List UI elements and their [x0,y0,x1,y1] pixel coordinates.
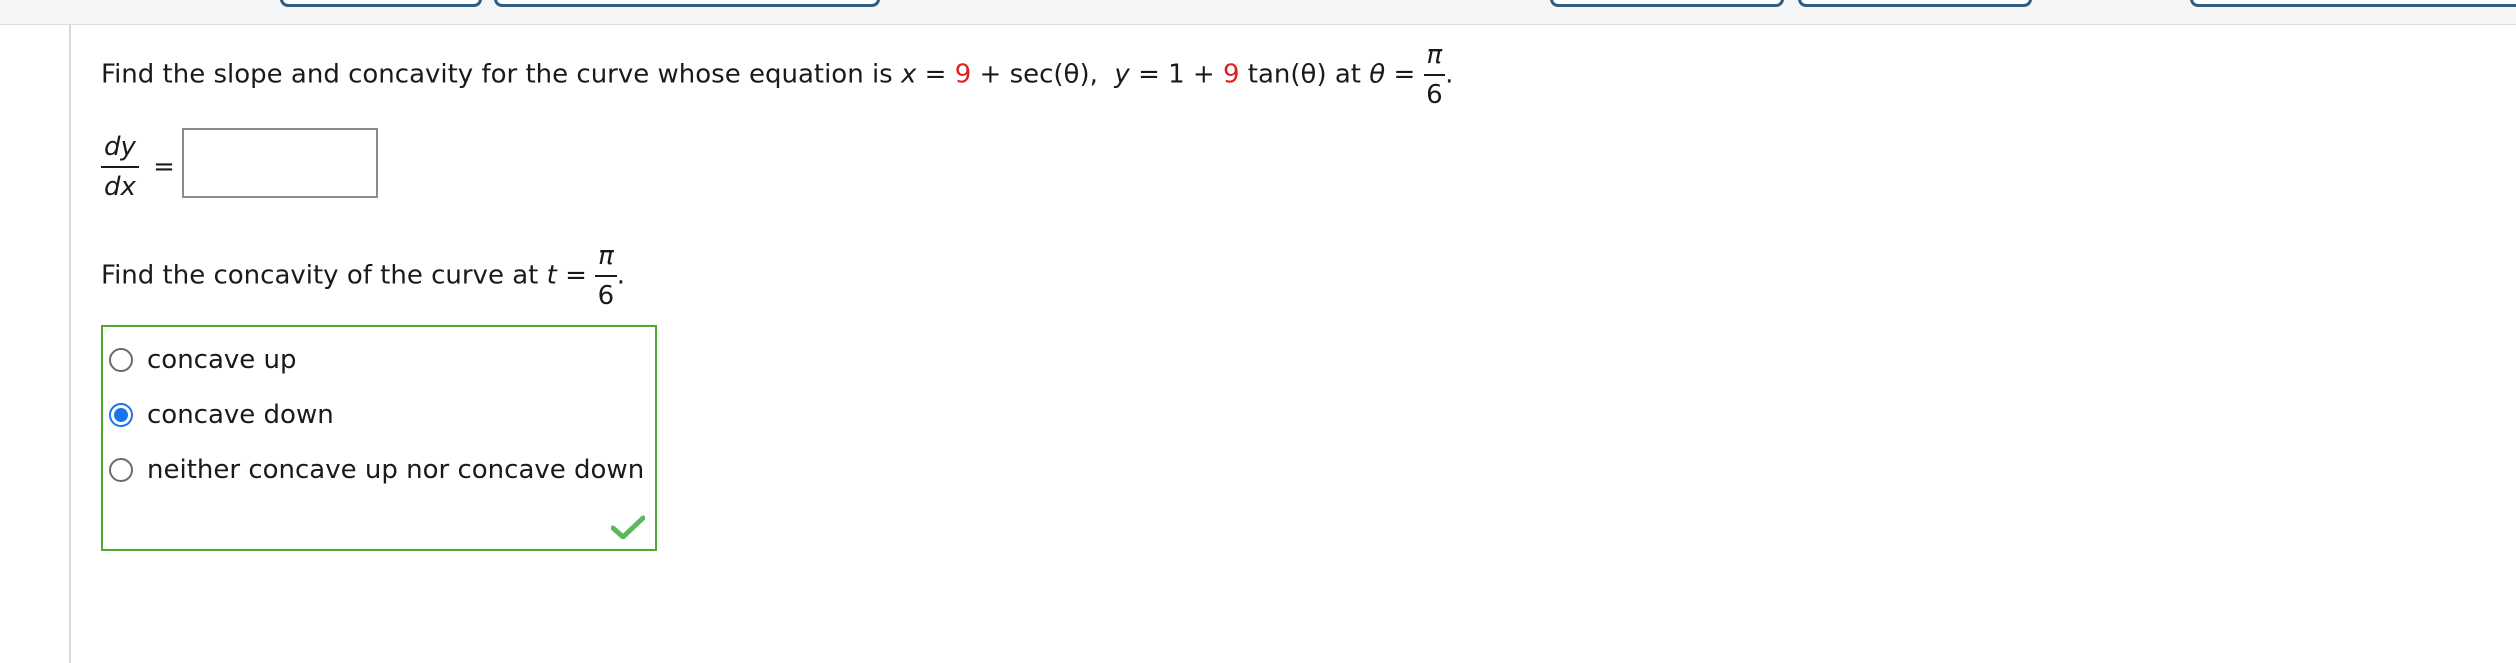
equals-sign: = [153,151,175,182]
equals-sign: = [1393,59,1416,90]
dx-denominator: dx [104,172,136,202]
toolbar-button-2[interactable] [494,0,880,7]
y-constant: 9 [1222,59,1240,90]
x-constant: 9 [954,59,972,90]
y-expression: tan(θ) at [1247,59,1361,90]
toolbar-button-1[interactable] [280,0,482,7]
concavity-prompt: Find the concavity of the curve at t = π… [101,237,625,315]
y-expression-start: = 1 + [1138,59,1215,90]
option-neither[interactable]: neither concave up nor concave down [109,450,644,490]
concavity-text: Find the concavity of the curve at [101,260,539,291]
dy-dx-fraction: dy dx [101,128,139,206]
option-concave-up[interactable]: concave up [109,340,297,380]
derivative-label: dy dx = [101,128,175,206]
period: . [616,260,626,291]
pi-over-six-fraction: π 6 [595,237,617,315]
equals-sign: = [565,260,587,291]
option-label: concave down [147,400,334,430]
top-toolbar [0,0,2516,25]
y-variable: y [1114,59,1130,90]
option-label: concave up [147,345,297,375]
question-prompt: Find the slope and concavity for the cur… [101,36,1453,114]
slope-answer-input[interactable] [182,128,378,198]
x-variable: x [900,59,917,90]
fraction-denominator: 6 [1426,80,1443,110]
radio-button[interactable] [109,458,133,482]
t-variable: t [546,260,557,291]
radio-button-selected[interactable] [109,403,133,427]
option-label: neither concave up nor concave down [147,455,645,485]
period: . [1445,59,1454,90]
pi-over-six-fraction: π 6 [1423,36,1446,114]
option-concave-down[interactable]: concave down [109,395,334,435]
left-margin-rule [69,24,71,663]
toolbar-button-3[interactable] [1550,0,1784,7]
x-expression: + sec(θ), [979,59,1098,90]
radio-button[interactable] [109,348,133,372]
dy-numerator: dy [101,128,139,168]
equals-sign: = [924,59,947,90]
concavity-choices: concave up concave down neither concave … [101,325,657,551]
question-text: Find the slope and concavity for the cur… [101,59,893,90]
fraction-numerator: π [1423,36,1446,76]
fraction-numerator: π [595,237,617,277]
fraction-denominator: 6 [597,281,615,311]
toolbar-button-5[interactable] [2190,0,2516,7]
correct-checkmark-icon [611,515,645,539]
toolbar-button-4[interactable] [1798,0,2032,7]
theta-variable: θ [1369,59,1386,90]
